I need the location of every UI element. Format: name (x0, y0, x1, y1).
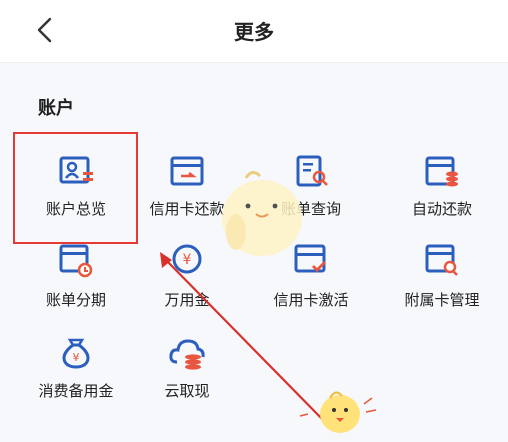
supplementary-card-icon (425, 244, 458, 276)
cloud-cash-icon (169, 339, 205, 370)
menu-item-wanyongjin[interactable]: ¥ 万用金 (127, 243, 247, 329)
page-title: 更多 (234, 20, 274, 44)
menu-item-credit-card-repay[interactable]: 信用卡还款 (127, 152, 247, 238)
auto-repay-icon (425, 156, 458, 187)
menu-item-label: 万用金 (164, 291, 210, 309)
bill-installment-icon (59, 244, 93, 278)
header-bar: 更多 (0, 0, 508, 63)
menu-item-card-activate[interactable]: 信用卡激活 (251, 243, 371, 329)
svg-text:¥: ¥ (183, 252, 192, 268)
section-title-account: 账户 (38, 98, 74, 119)
menu-item-consumer-reserve[interactable]: ¥ 消费备用金 (16, 334, 136, 420)
menu-item-label: 云取现 (164, 382, 210, 400)
menu-item-label: 账单查询 (280, 200, 341, 218)
menu-item-auto-repay[interactable]: 自动还款 (382, 152, 502, 238)
menu-item-label: 信用卡激活 (273, 291, 349, 309)
menu-item-supplementary-card[interactable]: 附属卡管理 (382, 243, 502, 329)
annotation-highlight-box (13, 132, 138, 244)
bill-query-icon (296, 155, 328, 187)
credit-card-repay-icon (170, 156, 204, 186)
menu-item-label: 自动还款 (411, 200, 472, 218)
menu-item-bill-query[interactable]: 账单查询 (251, 152, 371, 238)
menu-item-label: 附属卡管理 (404, 291, 480, 309)
yen-coin-icon: ¥ (172, 244, 202, 274)
svg-text:¥: ¥ (73, 351, 80, 364)
money-bag-icon: ¥ (62, 338, 90, 369)
menu-item-label: 信用卡还款 (149, 200, 225, 218)
card-activate-icon (294, 244, 326, 273)
menu-item-cloud-cash[interactable]: 云取现 (127, 334, 247, 420)
menu-item-bill-installment[interactable]: 账单分期 (16, 243, 136, 329)
